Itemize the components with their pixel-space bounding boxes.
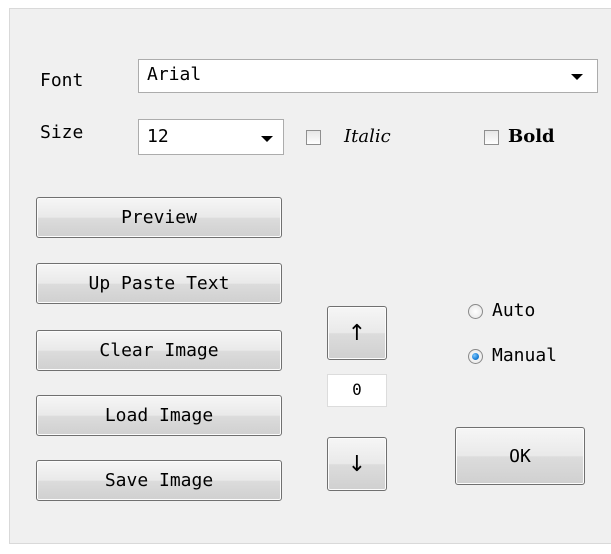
italic-checkbox[interactable] — [306, 130, 321, 145]
load-image-button[interactable]: Load Image — [36, 395, 282, 436]
bold-checkbox[interactable] — [484, 130, 499, 145]
preview-button[interactable]: Preview — [36, 197, 282, 238]
size-select-value: 12 — [147, 126, 169, 147]
auto-label: Auto — [492, 300, 536, 321]
size-label: Size — [40, 122, 84, 143]
size-select[interactable]: 12 — [138, 119, 284, 155]
arrow-down-icon: ↓ — [347, 451, 367, 477]
ok-button[interactable]: OK — [455, 427, 585, 485]
auto-radio[interactable] — [468, 304, 483, 319]
font-select-value: Arial — [147, 64, 202, 85]
manual-label: Manual — [492, 345, 558, 366]
up-arrow-button[interactable]: ↑ — [327, 306, 387, 360]
manual-radio[interactable] — [468, 349, 483, 364]
save-image-button[interactable]: Save Image — [36, 460, 282, 501]
italic-label: Italic — [344, 126, 391, 147]
chevron-down-icon — [261, 136, 273, 142]
chevron-down-icon — [571, 74, 583, 80]
font-label: Font — [40, 70, 84, 91]
font-select[interactable]: Arial — [138, 59, 598, 93]
arrow-up-icon: ↑ — [347, 320, 367, 346]
clear-image-button[interactable]: Clear Image — [36, 330, 282, 371]
counter-value[interactable]: 0 — [327, 374, 387, 407]
down-arrow-button[interactable]: ↓ — [327, 437, 387, 491]
bold-label: Bold — [508, 126, 555, 147]
up-paste-text-button[interactable]: Up Paste Text — [36, 263, 282, 304]
